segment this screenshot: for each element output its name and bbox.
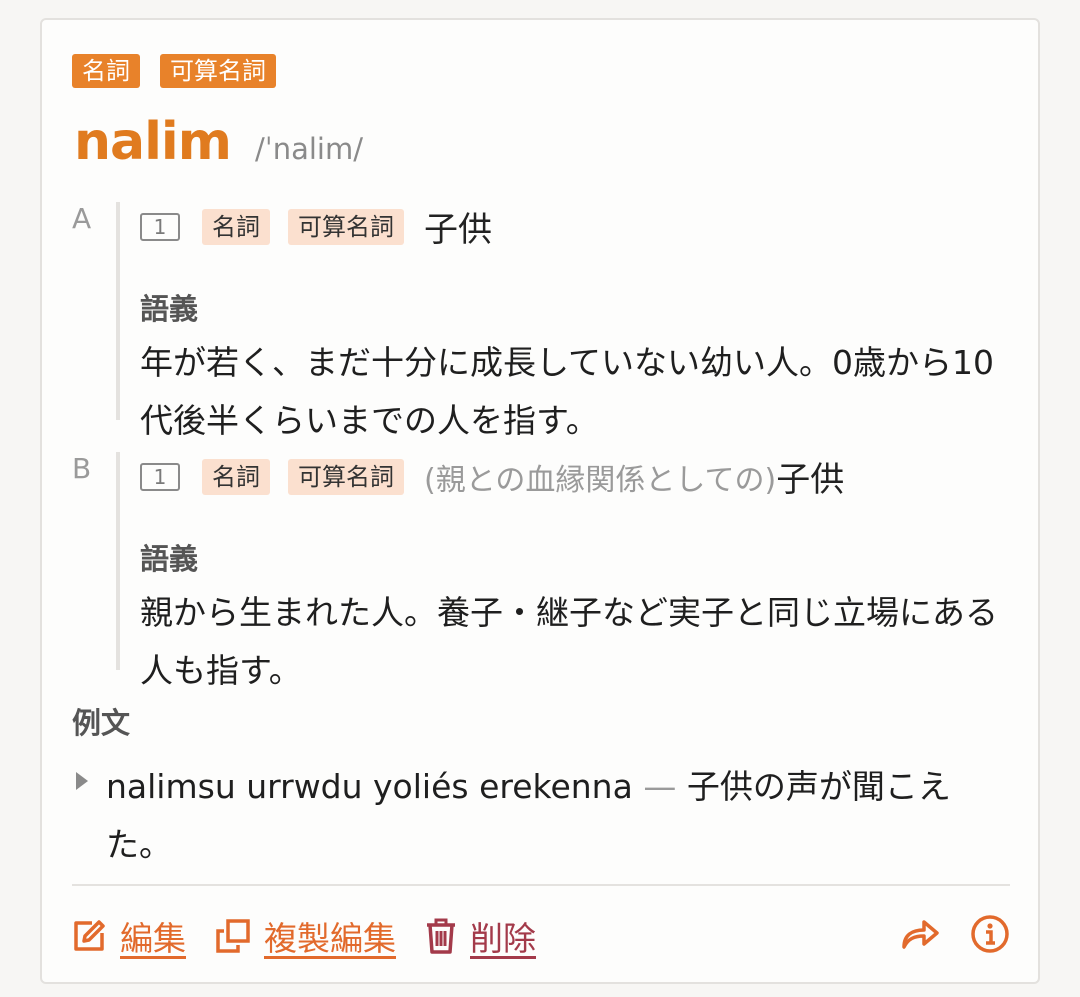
delete-button[interactable]: 削除 — [424, 912, 536, 960]
sense-number: 1 — [140, 212, 180, 241]
tag-countable-noun: 可算名詞 — [288, 208, 404, 245]
sense-gloss: 子供 — [776, 460, 845, 500]
pronunciation: /ˈnalim/ — [254, 132, 363, 166]
example-text: nalimsu urrwdu yoliés erekenna — 子供の声が聞こ… — [106, 758, 1012, 874]
sense-a: A 1 名詞 可算名詞 子供 語義 年が若く、まだ十分に成長していない幼い人。0… — [42, 202, 1042, 440]
utility-icons — [900, 914, 1010, 954]
definition-label: 語義 — [140, 292, 199, 326]
sense-head: 1 名詞 可算名詞 子供 — [140, 202, 492, 251]
action-bar: 編集 複製編集 削除 — [70, 912, 564, 960]
sense-bar — [116, 452, 120, 670]
headword-row: nalim /ˈnalim/ — [74, 112, 363, 172]
info-icon[interactable] — [970, 914, 1010, 954]
sense-head: 1 名詞 可算名詞 (親との血縁関係としての) 子供 — [140, 452, 844, 501]
sense-letter: B — [72, 452, 92, 485]
sense-gloss: 子供 — [424, 210, 492, 250]
tag-countable-noun: 可算名詞 — [160, 54, 276, 88]
entry-tags: 名詞 可算名詞 — [72, 54, 276, 88]
delete-label: 削除 — [470, 919, 536, 958]
sense-b: B 1 名詞 可算名詞 (親との血縁関係としての) 子供 語義 親から生まれた人… — [42, 452, 1042, 690]
sense-letter: A — [72, 202, 92, 235]
triangle-right-icon[interactable] — [76, 772, 88, 790]
sense-number: 1 — [140, 462, 180, 491]
tag-noun: 名詞 — [202, 208, 270, 245]
definition-text: 年が若く、まだ十分に成長していない幼い人。0歳から10代後半くらいまでの人を指す… — [140, 343, 994, 440]
trash-icon — [427, 918, 455, 954]
duplicate-edit-label: 複製編集 — [264, 919, 396, 958]
definition-text: 親から生まれた人。養子・継子など実子と同じ立場にある人も指す。 — [140, 593, 998, 690]
copy-icon — [216, 919, 250, 953]
examples-label: 例文 — [72, 706, 131, 740]
sense-qualifier: (親との血縁関係としての) — [424, 462, 777, 498]
duplicate-edit-button[interactable]: 複製編集 — [214, 912, 396, 960]
entry-card: 名詞 可算名詞 nalim /ˈnalim/ A 1 名詞 可算名詞 子供 語義… — [40, 18, 1040, 984]
share-icon[interactable] — [900, 917, 940, 951]
example-item[interactable]: nalimsu urrwdu yoliés erekenna — 子供の声が聞こ… — [72, 758, 1012, 874]
example-separator: — — [643, 767, 677, 806]
tag-noun: 名詞 — [72, 54, 140, 88]
tag-noun: 名詞 — [202, 458, 270, 495]
tag-countable-noun: 可算名詞 — [288, 458, 404, 495]
sense-bar — [116, 202, 120, 420]
edit-button[interactable]: 編集 — [70, 912, 186, 960]
definition-label: 語義 — [140, 542, 199, 576]
example-source: nalimsu urrwdu yoliés erekenna — [106, 767, 633, 806]
edit-label: 編集 — [120, 919, 186, 958]
headword: nalim — [74, 112, 232, 172]
divider — [72, 884, 1010, 886]
edit-icon — [74, 920, 105, 951]
